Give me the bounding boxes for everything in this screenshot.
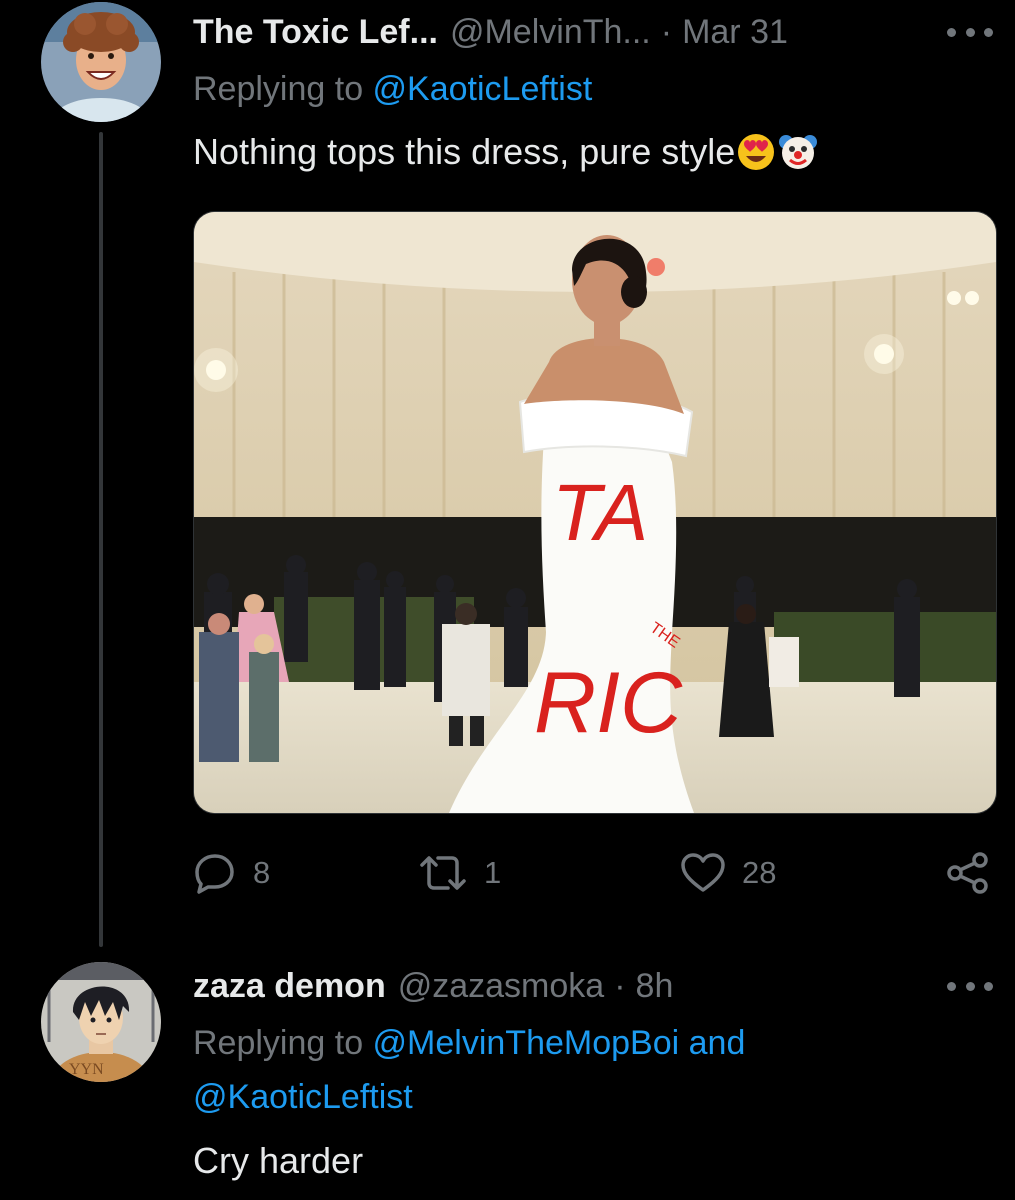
reply-icon	[195, 854, 234, 894]
mention-link[interactable]: @MelvinTheMopBoi	[373, 1024, 680, 1062]
tweet-text: Cry harder	[193, 1140, 364, 1181]
dress-text-top: TA	[552, 468, 648, 557]
dress-text-bottom: RIC	[534, 655, 683, 751]
heart-eyes-emoji	[738, 134, 775, 170]
like-icon	[681, 853, 725, 892]
reply-count: 8	[253, 855, 271, 890]
display-name[interactable]: zaza demon	[193, 967, 386, 1006]
retweet-button[interactable]: 1	[418, 845, 501, 901]
timestamp[interactable]: 8h	[636, 967, 674, 1006]
tweet-text: Nothing tops this dress, pure style	[193, 130, 819, 173]
more-icon[interactable]	[947, 22, 993, 42]
tweet-thread: The Toxic Lef... @MelvinTh... · Mar 31 R…	[0, 0, 1015, 1200]
separator-dot: ·	[614, 966, 626, 1005]
mention-link[interactable]: @KaoticLeftist	[193, 1078, 413, 1116]
reply-button[interactable]: 8	[193, 845, 270, 901]
mention-link[interactable]: @KaoticLeftist	[373, 70, 593, 108]
tweet-media-image[interactable]: TA THE RIC	[193, 211, 997, 814]
share-button[interactable]	[945, 845, 991, 901]
retweet-icon	[420, 856, 466, 890]
retweet-count: 1	[484, 855, 502, 890]
like-button[interactable]: 28	[680, 845, 776, 901]
timestamp[interactable]: Mar 31	[682, 13, 788, 52]
user-handle[interactable]: @zazasmoka	[398, 967, 604, 1006]
user-handle[interactable]: @MelvinTh...	[450, 13, 651, 52]
avatar-shirt-text: YYN	[69, 1061, 104, 1078]
clown-emoji	[779, 135, 818, 169]
separator-dot: ·	[660, 12, 673, 51]
avatar[interactable]: YYN	[41, 962, 161, 1082]
replying-prefix: Replying to	[193, 70, 373, 108]
tweet-header: zaza demon @zazasmoka · 8h	[193, 958, 673, 1014]
replying-to: Replying to @MelvinTheMopBoi and	[193, 1024, 745, 1063]
like-count: 28	[742, 855, 777, 890]
avatar[interactable]	[41, 2, 161, 122]
tweet-actions: 8 1 28	[193, 845, 995, 901]
tweet-header: The Toxic Lef... @MelvinTh... · Mar 31	[193, 4, 788, 60]
replying-joiner: and	[679, 1024, 746, 1062]
replying-prefix: Replying to	[193, 1024, 373, 1062]
replying-to-continued: @KaoticLeftist	[193, 1078, 413, 1117]
more-icon[interactable]	[947, 976, 993, 996]
replying-to: Replying to @KaoticLeftist	[193, 70, 592, 109]
display-name[interactable]: The Toxic Lef...	[193, 13, 438, 52]
thread-connector-line	[99, 132, 103, 947]
share-icon	[947, 852, 988, 894]
tweet-text-content: Nothing tops this dress, pure style	[193, 131, 736, 172]
